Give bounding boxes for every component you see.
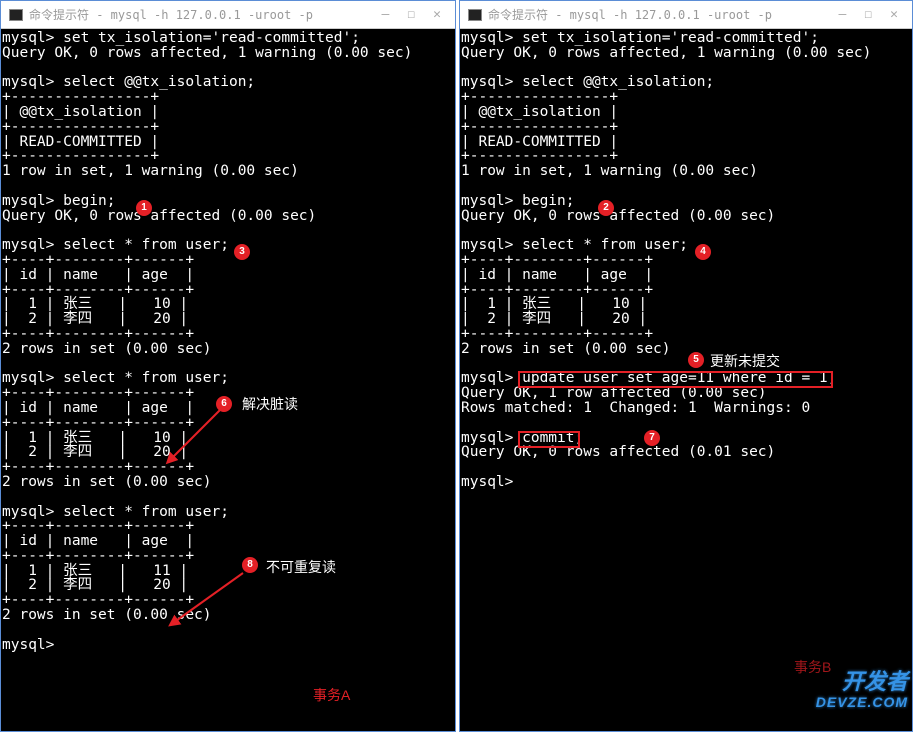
titlebar-left[interactable]: 命令提示符 - mysql -h 127.0.0.1 -uroot -p — ☐… [1,1,455,29]
highlight-commit-statement [518,431,580,448]
titlebar-title-right: 命令提示符 - mysql -h 127.0.0.1 -uroot -p [488,6,772,23]
marker-6: 6 [216,396,232,412]
maximize-button[interactable]: ☐ [864,7,872,22]
titlebar-right[interactable]: 命令提示符 - mysql -h 127.0.0.1 -uroot -p — ☐… [460,1,912,29]
minimize-button[interactable]: — [839,7,847,22]
marker-3: 3 [234,244,250,260]
cmd-icon [468,9,482,21]
console-left[interactable]: mysql> set tx_isolation='read-committed'… [1,29,455,731]
watermark-bottom: DEVZE.COM [816,692,908,712]
maximize-button[interactable]: ☐ [407,7,415,22]
terminal-window-left: 命令提示符 - mysql -h 127.0.0.1 -uroot -p — ☐… [0,0,456,732]
marker-5: 5 [688,352,704,368]
close-button[interactable]: ✕ [433,7,441,22]
marker-1: 1 [136,200,152,216]
titlebar-title-left: 命令提示符 - mysql -h 127.0.0.1 -uroot -p [29,6,313,23]
watermark: 开发者 DEVZE.COM [816,672,908,712]
minimize-button[interactable]: — [382,7,390,22]
annotation-update-uncommitted: 更新未提交 [710,351,780,371]
watermark-top: 开发者 [816,672,908,692]
marker-4: 4 [695,244,711,260]
terminal-window-right: 命令提示符 - mysql -h 127.0.0.1 -uroot -p — ☐… [459,0,913,732]
label-transaction-a: 事务A [313,685,350,705]
window-buttons-right: — ☐ ✕ [839,7,912,22]
marker-8: 8 [242,557,258,573]
annotation-non-repeatable-read: 不可重复读 [266,557,336,577]
highlight-update-statement [518,371,833,388]
close-button[interactable]: ✕ [890,7,898,22]
window-buttons-left: — ☐ ✕ [382,7,455,22]
marker-7: 7 [644,430,660,446]
marker-2: 2 [598,200,614,216]
cmd-icon [9,9,23,21]
annotation-solve-dirty-read: 解决脏读 [242,394,298,414]
